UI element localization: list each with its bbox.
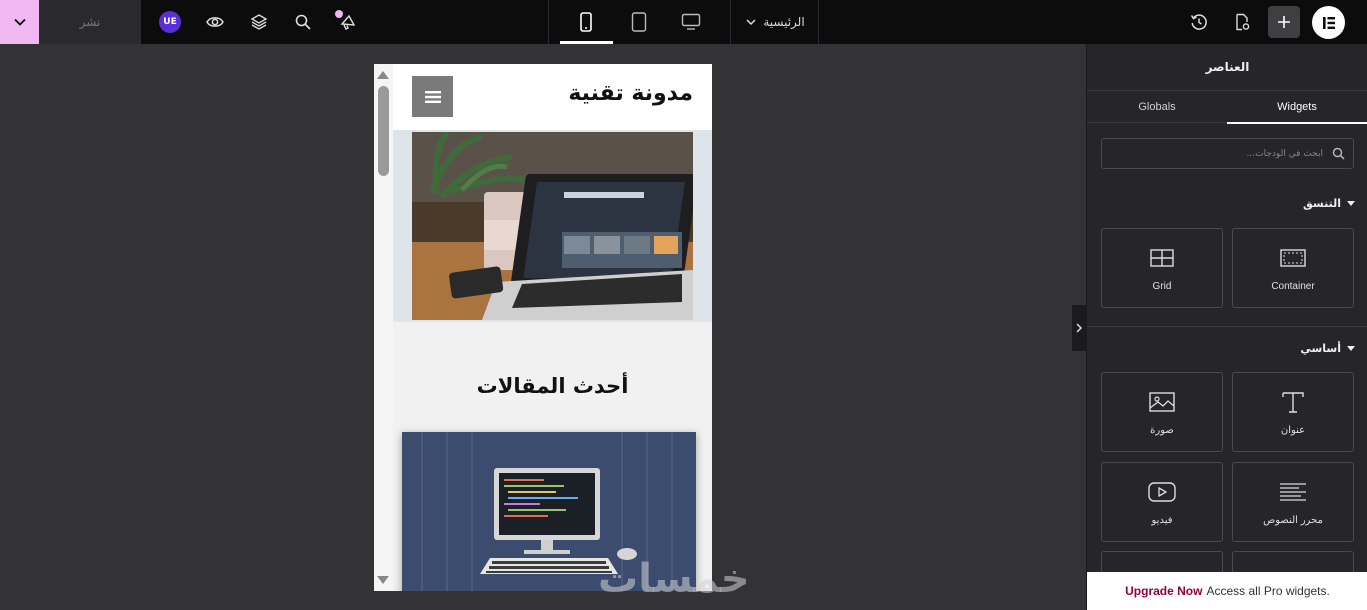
category-basic-header[interactable]: أساسي bbox=[1300, 342, 1355, 355]
chevron-right-icon bbox=[1076, 323, 1083, 333]
search-icon bbox=[295, 14, 311, 30]
category-basic-label: أساسي bbox=[1300, 342, 1341, 355]
panel-collapse-toggle[interactable] bbox=[1072, 305, 1086, 351]
top-bar: نشر UE الرئيسية bbox=[0, 0, 1367, 44]
tab-globals[interactable]: Globals bbox=[1087, 91, 1227, 123]
active-device-indicator bbox=[560, 41, 613, 44]
widget-video[interactable]: فيديو bbox=[1101, 462, 1223, 542]
page-selector[interactable]: الرئيسية bbox=[731, 0, 819, 44]
watermark-logo: خمسات bbox=[598, 556, 750, 602]
preview-button[interactable] bbox=[204, 11, 226, 33]
widgets-panel: العناصر Globals Widgets التنسق Grid Cont… bbox=[1086, 44, 1367, 610]
panel-title: العناصر bbox=[1205, 60, 1250, 74]
latest-posts-section[interactable]: أحدث المقالات bbox=[393, 322, 712, 591]
laptop-photo-illustration bbox=[412, 132, 693, 320]
widget-heading-label: عنوان bbox=[1280, 425, 1306, 436]
hamburger-menu-button[interactable] bbox=[412, 76, 453, 117]
add-element-button[interactable] bbox=[1268, 6, 1300, 38]
plus-icon bbox=[1278, 16, 1290, 28]
ue-addon-badge[interactable]: UE bbox=[159, 11, 181, 33]
elementor-logo-icon bbox=[1322, 16, 1335, 29]
structure-button[interactable] bbox=[248, 11, 270, 33]
category-layout-label: التنسق bbox=[1303, 197, 1341, 210]
device-tablet-button[interactable] bbox=[628, 11, 650, 33]
search-button[interactable] bbox=[292, 11, 314, 33]
hamburger-icon bbox=[424, 90, 441, 103]
layers-icon bbox=[250, 14, 268, 30]
scroll-down-arrow-icon[interactable] bbox=[377, 576, 389, 584]
heading-icon bbox=[1282, 392, 1304, 413]
mobile-preview-frame[interactable]: مدونة تقنية أحدث المقالات bbox=[374, 64, 712, 591]
page-settings-button[interactable] bbox=[1231, 11, 1253, 33]
preview-scrollbar[interactable] bbox=[374, 64, 393, 591]
container-icon bbox=[1280, 249, 1306, 267]
upgrade-text: Access all Pro widgets. bbox=[1206, 584, 1330, 598]
tab-widgets[interactable]: Widgets bbox=[1227, 91, 1367, 124]
upgrade-banner: Upgrade Now Access all Pro widgets. bbox=[1087, 572, 1367, 610]
device-mobile-button[interactable] bbox=[575, 11, 597, 33]
publish-options-button[interactable] bbox=[0, 0, 39, 44]
grid-icon bbox=[1150, 249, 1174, 267]
latest-posts-heading[interactable]: أحدث المقالات bbox=[393, 374, 712, 398]
widget-text-editor-label: محرر النصوص bbox=[1263, 515, 1323, 526]
scroll-up-arrow-icon[interactable] bbox=[377, 71, 389, 79]
divider bbox=[1087, 326, 1367, 327]
page-name: الرئيسية bbox=[763, 15, 805, 29]
history-button[interactable] bbox=[1188, 11, 1210, 33]
divider bbox=[548, 0, 549, 44]
widget-search[interactable] bbox=[1101, 138, 1354, 169]
publish-button[interactable]: نشر bbox=[39, 0, 141, 44]
hero-section[interactable] bbox=[393, 130, 712, 322]
widget-image-label: صورة bbox=[1150, 425, 1174, 436]
scroll-thumb[interactable] bbox=[378, 86, 389, 176]
site-title[interactable]: مدونة تقنية bbox=[568, 81, 693, 106]
history-icon bbox=[1190, 14, 1207, 30]
caret-down-icon bbox=[1347, 345, 1355, 351]
widget-search-input[interactable] bbox=[1108, 145, 1323, 163]
widget-container-label: Container bbox=[1271, 281, 1315, 292]
tablet-icon bbox=[631, 12, 647, 32]
notification-dot bbox=[335, 10, 343, 18]
elementor-menu-button[interactable] bbox=[1312, 6, 1345, 39]
mobile-icon bbox=[580, 12, 592, 32]
text-editor-icon bbox=[1280, 483, 1306, 501]
page-settings-icon bbox=[1236, 13, 1250, 31]
widget-image[interactable]: صورة bbox=[1101, 372, 1223, 452]
widget-text-editor[interactable]: محرر النصوص bbox=[1232, 462, 1354, 542]
category-layout-header[interactable]: التنسق bbox=[1303, 197, 1355, 210]
widget-heading[interactable]: عنوان bbox=[1232, 372, 1354, 452]
image-icon bbox=[1149, 392, 1175, 412]
caret-down-icon bbox=[1347, 200, 1355, 206]
device-desktop-button[interactable] bbox=[679, 11, 703, 33]
widget-video-label: فيديو bbox=[1151, 515, 1173, 526]
chevron-down-icon bbox=[13, 18, 26, 26]
widget-container[interactable]: Container bbox=[1232, 228, 1354, 308]
site-header[interactable]: مدونة تقنية bbox=[393, 64, 712, 130]
widget-grid[interactable]: Grid bbox=[1101, 228, 1223, 308]
widget-grid-label: Grid bbox=[1152, 281, 1172, 292]
search-icon bbox=[1332, 147, 1345, 160]
video-icon bbox=[1148, 482, 1176, 502]
panel-tabs: Globals Widgets bbox=[1087, 90, 1367, 124]
desktop-icon bbox=[681, 13, 701, 30]
upgrade-now-link[interactable]: Upgrade Now bbox=[1125, 584, 1202, 598]
chevron-down-icon bbox=[746, 19, 756, 26]
divider bbox=[818, 0, 819, 44]
eye-icon bbox=[206, 17, 224, 27]
hero-laptop-image[interactable] bbox=[412, 132, 693, 320]
